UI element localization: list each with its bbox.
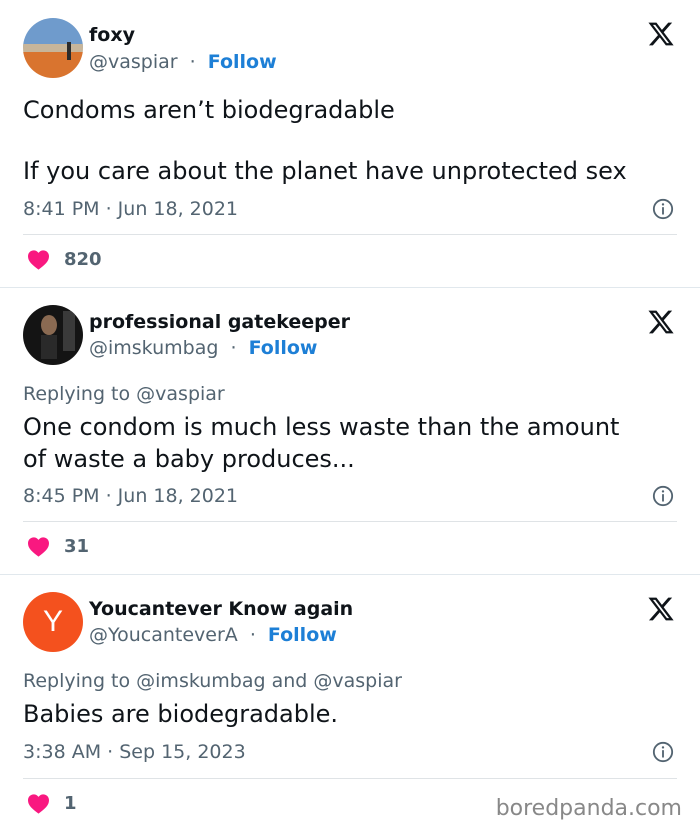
tweet-card: foxy @vaspiar · Follow Condoms aren’t bi… [0, 0, 700, 288]
display-name[interactable]: professional gatekeeper [89, 311, 350, 333]
tweet-card: Y Youcantever Know again @YoucanteverA ·… [0, 575, 700, 831]
separator-dot: · [230, 337, 237, 359]
follow-button[interactable]: Follow [249, 337, 318, 359]
tweet-text-line: of waste a baby produces... [23, 445, 355, 473]
like-button[interactable]: 1 [27, 793, 77, 814]
display-name[interactable]: foxy [89, 24, 135, 46]
handle[interactable]: @imskumbag [89, 337, 218, 359]
replying-to[interactable]: Replying to @imskumbag and @vaspiar [23, 670, 402, 692]
tweet-text-line: Babies are biodegradable. [23, 700, 339, 728]
heart-icon [28, 537, 49, 557]
handle-row: @YoucanteverA · Follow [89, 624, 337, 646]
like-count: 31 [64, 536, 90, 557]
avatar[interactable] [23, 18, 83, 78]
replying-to[interactable]: Replying to @vaspiar [23, 383, 225, 405]
follow-button[interactable]: Follow [208, 51, 277, 73]
timestamp[interactable]: 3:38 AM · Sep 15, 2023 [23, 741, 246, 763]
watermark-text: boredpanda.com [495, 796, 682, 821]
timestamp[interactable]: 8:45 PM · Jun 18, 2021 [23, 485, 238, 507]
avatar[interactable] [23, 305, 83, 365]
x-logo-icon[interactable] [647, 595, 675, 623]
avatar-letter: Y [42, 605, 63, 638]
follow-button[interactable]: Follow [268, 624, 337, 646]
divider [23, 778, 677, 779]
like-button[interactable]: 31 [27, 536, 89, 557]
info-icon[interactable] [652, 485, 674, 507]
tweet-text-line: If you care about the planet have unprot… [23, 157, 627, 185]
avatar[interactable]: Y [23, 592, 83, 652]
avatar-photo [23, 18, 83, 78]
separator-dot: · [189, 51, 196, 73]
display-name[interactable]: Youcantever Know again [89, 598, 353, 620]
handle-row: @imskumbag · Follow [89, 337, 317, 359]
info-icon[interactable] [652, 198, 674, 220]
info-icon[interactable] [652, 741, 674, 763]
tweet-text-line: One condom is much less waste than the a… [23, 413, 620, 441]
divider [23, 521, 677, 522]
handle[interactable]: @YoucanteverA [89, 624, 238, 646]
x-logo-icon[interactable] [647, 20, 675, 48]
avatar-photo [23, 305, 83, 365]
tweet-card: professional gatekeeper @imskumbag · Fol… [0, 288, 700, 575]
divider [23, 234, 677, 235]
tweet-text-line: Condoms aren’t biodegradable [23, 96, 395, 124]
like-count: 1 [64, 793, 77, 814]
separator-dot: · [249, 624, 256, 646]
heart-icon [28, 250, 49, 270]
like-count: 820 [64, 249, 102, 270]
handle-row: @vaspiar · Follow [89, 51, 277, 73]
heart-icon [28, 794, 49, 814]
timestamp[interactable]: 8:41 PM · Jun 18, 2021 [23, 198, 238, 220]
handle[interactable]: @vaspiar [89, 51, 178, 73]
like-button[interactable]: 820 [27, 249, 102, 270]
x-logo-icon[interactable] [647, 308, 675, 336]
